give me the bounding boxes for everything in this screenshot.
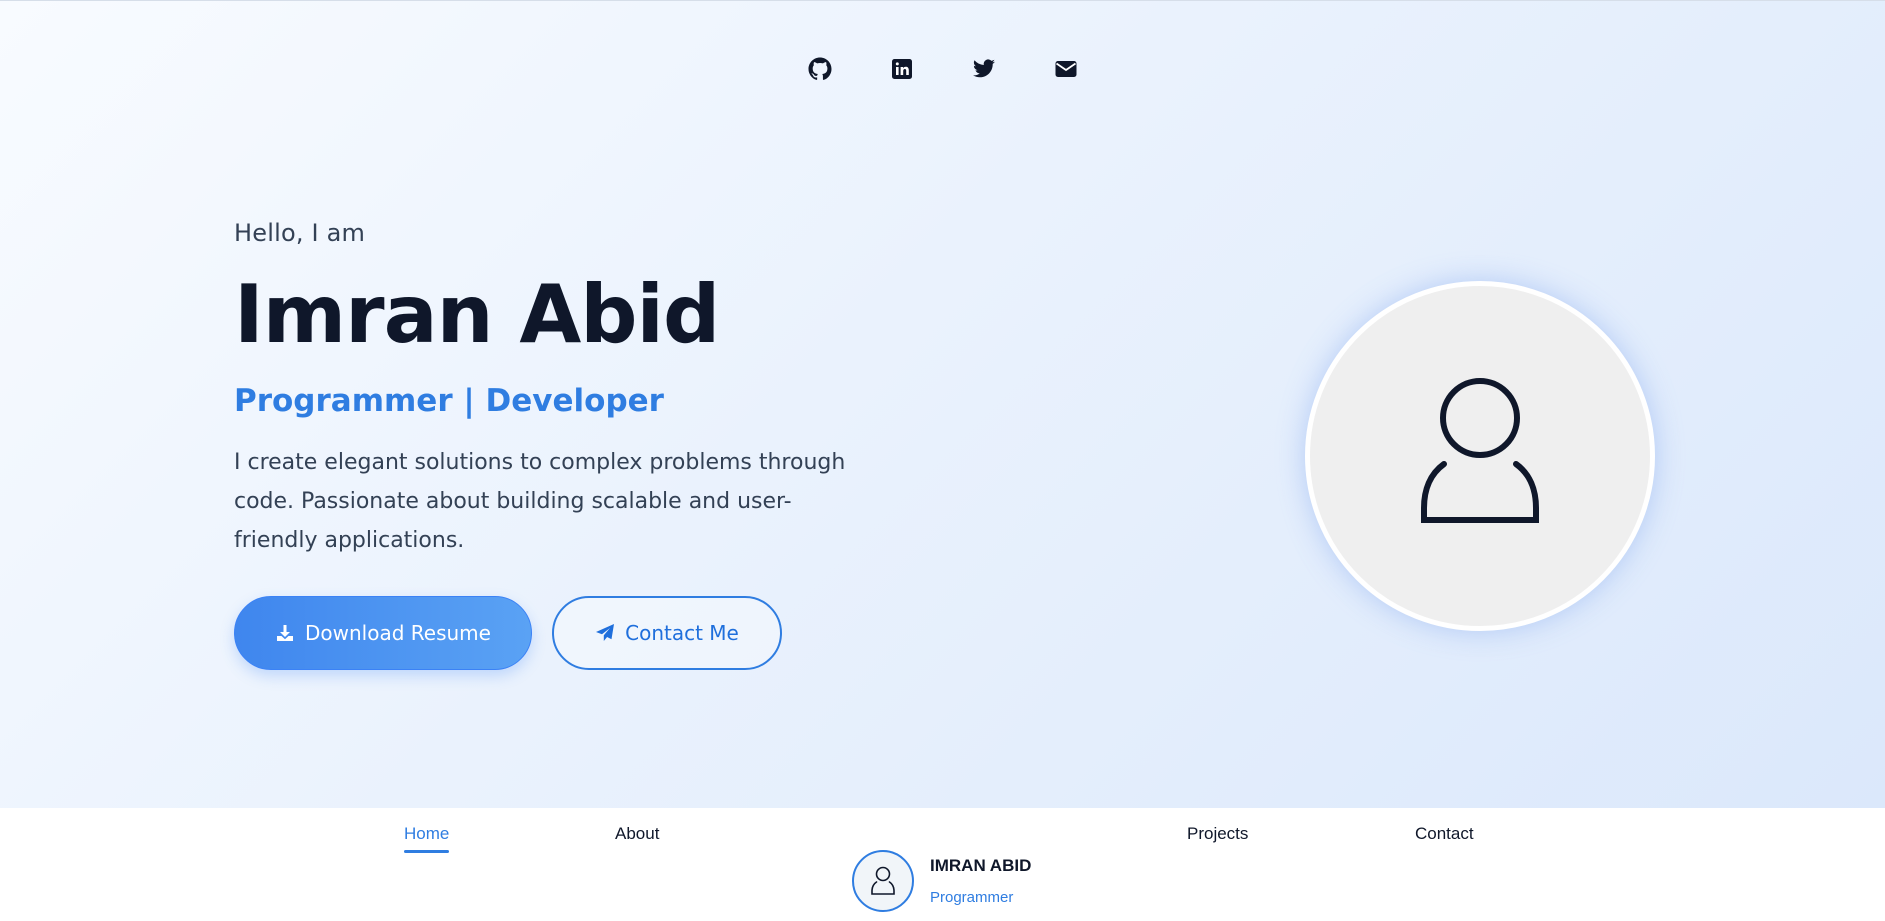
- paper-plane-icon: [596, 624, 615, 641]
- twitter-icon: [972, 59, 995, 78]
- download-icon: [277, 625, 294, 641]
- greeting-text: Hello, I am: [234, 219, 366, 247]
- github-icon: [808, 57, 831, 80]
- twitter-link[interactable]: [943, 51, 1025, 87]
- user-icon: [1421, 378, 1539, 523]
- nav-home[interactable]: Home: [404, 824, 450, 853]
- brand-text: IMRAN ABID Programmer: [930, 856, 1031, 906]
- linkedin-icon: [891, 59, 912, 79]
- nav-projects[interactable]: Projects: [1187, 824, 1248, 844]
- brand[interactable]: IMRAN ABID Programmer: [852, 850, 1031, 912]
- profile-avatar: [1305, 281, 1655, 631]
- nav-contact[interactable]: Contact: [1415, 824, 1474, 844]
- email-icon: [1055, 61, 1076, 77]
- brand-name: IMRAN ABID: [930, 856, 1032, 875]
- bottom-navbar: Home About Projects Contact IMRAN ABID P…: [0, 808, 1885, 921]
- hero-section: Hello, I am Imran Abid Programmer | Deve…: [0, 0, 1885, 808]
- download-resume-button[interactable]: Download Resume: [234, 596, 532, 670]
- user-icon: [871, 866, 895, 895]
- github-link[interactable]: [779, 51, 861, 87]
- nav-about[interactable]: About: [615, 824, 659, 844]
- contact-me-button[interactable]: Contact Me: [552, 596, 782, 670]
- hero-description: I create elegant solutions to complex pr…: [234, 450, 846, 553]
- email-link[interactable]: [1025, 51, 1107, 87]
- hero-actions: Download Resume Contact Me: [234, 596, 894, 670]
- linkedin-link[interactable]: [861, 51, 943, 87]
- social-links: [0, 51, 1885, 87]
- brand-subtitle: Programmer: [930, 889, 1014, 906]
- brand-avatar: [852, 850, 914, 912]
- hero-name: Imran Abid: [234, 268, 720, 361]
- hero-role: Programmer | Developer: [234, 383, 664, 419]
- contact-me-label: Contact Me: [625, 621, 739, 645]
- download-resume-label: Download Resume: [305, 621, 491, 645]
- intro: Hello, I am Imran Abid Programmer | Deve…: [234, 219, 894, 670]
